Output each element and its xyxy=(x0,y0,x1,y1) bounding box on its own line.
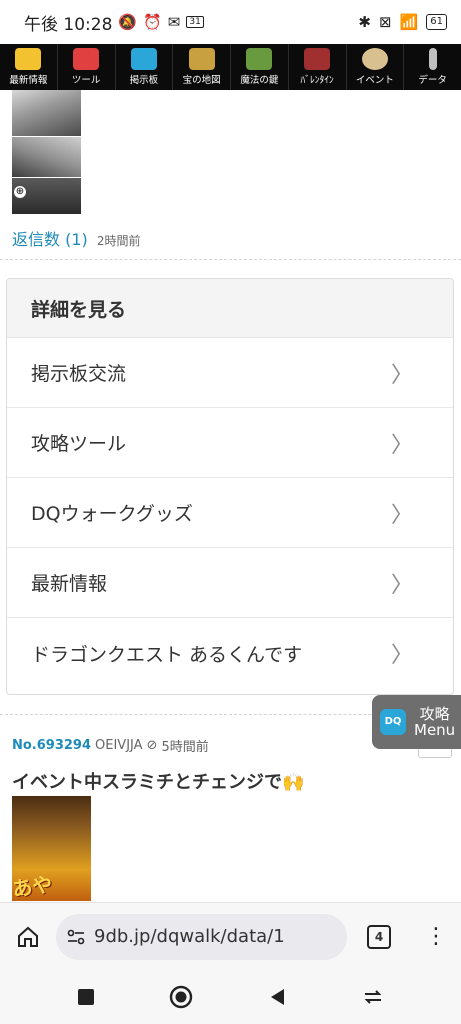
details-item-label: 攻略ツール xyxy=(31,433,127,455)
news-icon xyxy=(15,48,42,70)
details-item-label: 最新情報 xyxy=(31,573,108,595)
details-item-tools[interactable]: 攻略ツール 〉 xyxy=(7,408,453,478)
calendar-icon: 31 xyxy=(186,16,204,28)
dq-walk-logo-icon: DQ xyxy=(380,709,406,735)
home-button[interactable] xyxy=(0,925,56,949)
url-text: 9db.jp/dqwalk/data/1 xyxy=(94,926,285,947)
nav-item-news[interactable]: 最新情報 xyxy=(0,44,58,90)
post-title: イベント中スラミチとチェンジで🙌 xyxy=(12,772,305,793)
float-menu-label: 攻略 Menu xyxy=(414,706,455,738)
details-item-label: 掲示板交流 xyxy=(31,363,127,385)
book-icon xyxy=(304,48,331,70)
mail-icon: ✉ xyxy=(167,13,181,31)
reply-line: 返信数 (1) 2時間前 xyxy=(12,226,141,250)
post-thumbnail[interactable]: あやっ…? xyxy=(12,796,91,901)
reply-count-link[interactable]: 返信数 (1) xyxy=(12,230,88,249)
clock: 午後 10:28 xyxy=(24,14,113,35)
tools-icon xyxy=(73,48,100,70)
battery-icon: 61 xyxy=(426,14,447,30)
details-box: 詳細を見る 掲示板交流 〉 攻略ツール 〉 DQウォークグッズ 〉 最新情報 〉… xyxy=(6,278,454,695)
post-number[interactable]: No.693294 xyxy=(12,738,91,753)
nav-item-magic-key[interactable]: 魔法の鍵 xyxy=(231,44,289,90)
back-button[interactable] xyxy=(268,987,288,1007)
onion-icon xyxy=(361,48,388,70)
nav-item-valentine[interactable]: ﾊﾞﾚﾝﾀｲﾝ xyxy=(289,44,347,90)
site-nav: 最新情報 ツール 掲示板 宝の地図 魔法の鍵 ﾊﾞﾚﾝﾀｲﾝ イベント データ xyxy=(0,44,461,90)
nav-item-board[interactable]: 掲示板 xyxy=(116,44,174,90)
home-circle-button[interactable] xyxy=(169,985,193,1009)
divider xyxy=(0,259,461,260)
system-nav-bar xyxy=(0,970,461,1024)
details-item-arukundesu[interactable]: ドラゴンクエスト あるくんです 〉 xyxy=(7,618,453,688)
details-heading: 詳細を見る xyxy=(7,279,453,338)
nav-item-tools[interactable]: ツール xyxy=(58,44,116,90)
sword-icon xyxy=(428,48,437,70)
post-meta: No.693294 OEIVJJA ⊘ 5時間前 xyxy=(12,736,209,755)
post-image-2[interactable] xyxy=(12,137,81,177)
float-menu-line1: 攻略 xyxy=(419,705,450,723)
nav-label: ﾊﾞﾚﾝﾀｲﾝ xyxy=(300,75,334,86)
nav-item-treasure-map[interactable]: 宝の地図 xyxy=(173,44,231,90)
nav-item-data[interactable]: データ xyxy=(404,44,461,90)
nav-label: 最新情報 xyxy=(9,75,48,86)
key-icon xyxy=(246,48,273,70)
recents-button[interactable] xyxy=(77,988,95,1006)
nav-item-event[interactable]: イベント xyxy=(347,44,405,90)
reply-time: 2時間前 xyxy=(96,234,141,248)
details-item-label: DQウォークグッズ xyxy=(31,503,193,525)
nav-label: イベント xyxy=(355,75,394,86)
home-icon xyxy=(18,926,38,947)
status-bar: 午後 10:28 🔕 ⏰ ✉ 31 ✱ ⊠ 📶 61 xyxy=(0,0,461,44)
nav-label: 魔法の鍵 xyxy=(240,75,279,86)
details-item-goods[interactable]: DQウォークグッズ 〉 xyxy=(7,478,453,548)
rotate-icon[interactable] xyxy=(362,986,384,1008)
site-settings-icon[interactable] xyxy=(66,927,86,947)
no-entry-icon: ⊘ xyxy=(146,738,158,753)
details-item-board[interactable]: 掲示板交流 〉 xyxy=(7,338,453,408)
details-item-label: ドラゴンクエスト あるくんです xyxy=(31,643,303,666)
chevron-right-icon: 〉 xyxy=(390,362,413,388)
mute-icon: 🔕 xyxy=(118,13,138,31)
strategy-menu-button[interactable]: DQ 攻略 Menu xyxy=(372,695,461,749)
alarm-icon: ⏰ xyxy=(143,13,162,31)
nav-label: 掲示板 xyxy=(129,75,159,86)
more-menu-icon[interactable]: ⋮ xyxy=(425,924,447,949)
chat-icon xyxy=(130,48,157,70)
nav-label: 宝の地図 xyxy=(182,75,221,86)
details-item-news[interactable]: 最新情報 〉 xyxy=(7,548,453,618)
chevron-right-icon: 〉 xyxy=(390,643,413,668)
no-sim-icon: ⊠ xyxy=(379,13,392,31)
browser-toolbar: 9db.jp/dqwalk/data/1 4 ⋮ xyxy=(0,902,461,970)
tab-switcher-button[interactable]: 4 xyxy=(367,924,391,949)
nav-label: データ xyxy=(418,75,447,86)
chevron-right-icon: 〉 xyxy=(390,502,413,528)
map-icon xyxy=(188,48,215,70)
float-menu-line2: Menu xyxy=(414,721,456,739)
wifi-icon: 📶 xyxy=(399,13,419,31)
chevron-right-icon: 〉 xyxy=(390,432,413,458)
post-image-1[interactable] xyxy=(12,90,81,136)
bluetooth-icon: ✱ xyxy=(358,13,371,31)
post-time: 5時間前 xyxy=(161,740,209,755)
address-bar[interactable]: 9db.jp/dqwalk/data/1 xyxy=(56,913,347,960)
nav-label: ツール xyxy=(71,75,101,86)
thumb-caption: あやっ…? xyxy=(12,872,69,901)
zoom-icon[interactable]: ⊕ xyxy=(14,186,26,198)
post-author: OEIVJJA xyxy=(95,738,143,753)
chevron-right-icon: 〉 xyxy=(390,572,413,598)
